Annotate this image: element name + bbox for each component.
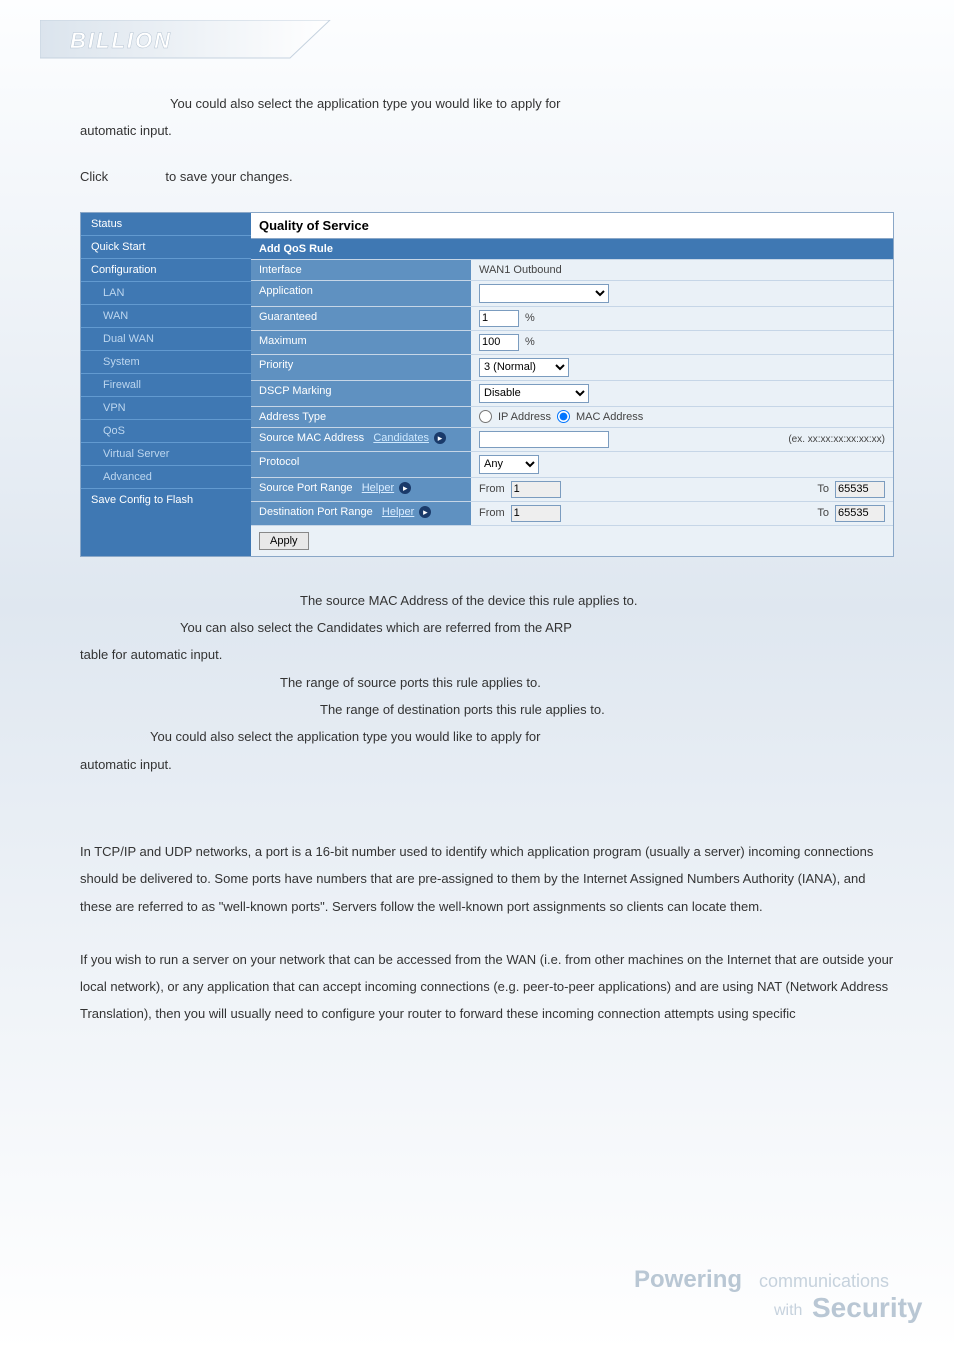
virtual-server-p2: If you wish to run a server on your netw…	[80, 946, 894, 1028]
text: with	[773, 1302, 802, 1319]
radio-ip-label: IP Address	[498, 411, 551, 423]
row-srcport: Source Port Range Helper ▸ From To	[251, 477, 893, 501]
text: The source MAC Address of the device thi…	[300, 593, 637, 608]
to-label: To	[817, 483, 829, 495]
srcport-to-input[interactable]	[835, 481, 885, 498]
guaranteed-input[interactable]	[479, 310, 519, 327]
row-protocol: Protocol Any	[251, 451, 893, 477]
from-label: From	[479, 507, 505, 519]
text: communications	[759, 1271, 889, 1291]
row-dstport: Destination Port Range Helper ▸ From To	[251, 501, 893, 525]
dstport-from-input[interactable]	[511, 505, 561, 522]
protocol-select[interactable]: Any	[479, 455, 539, 474]
sidebar-item-system[interactable]: System	[81, 350, 251, 373]
srcport-from-input[interactable]	[511, 481, 561, 498]
row-srcmac: Source MAC Address Candidates ▸ (ex. xx:…	[251, 427, 893, 451]
sidebar-item-vpn[interactable]: VPN	[81, 396, 251, 419]
dscp-select[interactable]: Disable	[479, 384, 589, 403]
label-guaranteed: Guaranteed	[251, 307, 471, 330]
billion-logo: BILLION	[40, 20, 894, 82]
helper-link[interactable]: Helper	[382, 506, 414, 518]
helper-link[interactable]: Helper	[362, 482, 394, 494]
text: automatic input.	[80, 123, 172, 138]
sidebar-item-virtualserver[interactable]: Virtual Server	[81, 442, 251, 465]
row-application: Application	[251, 280, 893, 306]
text: automatic input.	[80, 757, 172, 772]
text: The range of destination ports this rule…	[320, 702, 605, 717]
percent-label: %	[525, 336, 535, 348]
radio-mac[interactable]	[557, 410, 570, 423]
label-srcmac: Source MAC Address Candidates ▸	[251, 428, 471, 451]
label-dscp: DSCP Marking	[251, 381, 471, 406]
qos-subtitle: Add QoS Rule	[251, 239, 893, 259]
sidebar: Status Quick Start Configuration LAN WAN…	[81, 213, 251, 556]
row-dscp: DSCP Marking Disable	[251, 380, 893, 406]
chevron-right-icon: ▸	[399, 482, 411, 494]
mac-hint: (ex. xx:xx:xx:xx:xx:xx)	[788, 434, 885, 445]
helper-paragraph-1: You could also select the application ty…	[80, 90, 894, 145]
sidebar-item-status[interactable]: Status	[81, 213, 251, 235]
application-select[interactable]	[479, 284, 609, 303]
chevron-right-icon: ▸	[419, 506, 431, 518]
qos-panel: Status Quick Start Configuration LAN WAN…	[80, 212, 894, 557]
svg-text:BILLION: BILLION	[70, 28, 172, 53]
virtual-server-p1: In TCP/IP and UDP networks, a port is a …	[80, 838, 894, 920]
text: table for automatic input.	[80, 647, 222, 662]
priority-select[interactable]: 3 (Normal)	[479, 358, 569, 377]
label-srcport: Source Port Range Helper ▸	[251, 478, 471, 501]
radio-ip[interactable]	[479, 410, 492, 423]
to-label: To	[817, 507, 829, 519]
sidebar-item-dualwan[interactable]: Dual WAN	[81, 327, 251, 350]
label-addrtype: Address Type	[251, 407, 471, 427]
qos-main: Quality of Service Add QoS Rule Interfac…	[251, 213, 893, 556]
row-maximum: Maximum %	[251, 330, 893, 354]
from-label: From	[479, 483, 505, 495]
apply-row: Apply	[251, 525, 893, 556]
candidates-link[interactable]: Candidates	[373, 432, 429, 444]
row-priority: Priority 3 (Normal)	[251, 354, 893, 380]
text: The range of source ports this rule appl…	[280, 675, 541, 690]
percent-label: %	[525, 312, 535, 324]
label-dstport: Destination Port Range Helper ▸	[251, 502, 471, 525]
dstport-to-input[interactable]	[835, 505, 885, 522]
text: Source MAC Address	[259, 432, 364, 444]
sidebar-item-lan[interactable]: LAN	[81, 281, 251, 304]
powering-security-logo: Powering communications with Security	[594, 1261, 954, 1332]
text: You could also select the application ty…	[170, 96, 561, 111]
row-addrtype: Address Type IP Address MAC Address	[251, 406, 893, 427]
srcmac-input[interactable]	[479, 431, 609, 448]
chevron-right-icon: ▸	[434, 432, 446, 444]
click-save-line: Click to save your changes.	[80, 163, 894, 190]
sidebar-item-advanced[interactable]: Advanced	[81, 465, 251, 488]
sidebar-item-qos[interactable]: QoS	[81, 419, 251, 442]
value-interface: WAN1 Outbound	[471, 260, 893, 280]
text: Security	[812, 1292, 923, 1323]
text: to save your changes.	[165, 169, 292, 184]
text: You can also select the Candidates which…	[180, 620, 572, 635]
sidebar-item-configuration[interactable]: Configuration	[81, 258, 251, 281]
text: Source Port Range	[259, 482, 353, 494]
text: Powering	[634, 1266, 742, 1293]
label-protocol: Protocol	[251, 452, 471, 477]
sidebar-item-quickstart[interactable]: Quick Start	[81, 235, 251, 258]
label-maximum: Maximum	[251, 331, 471, 354]
row-guaranteed: Guaranteed %	[251, 306, 893, 330]
sidebar-item-firewall[interactable]: Firewall	[81, 373, 251, 396]
src-mac-desc: The source MAC Address of the device thi…	[80, 587, 894, 778]
label-priority: Priority	[251, 355, 471, 380]
text: Destination Port Range	[259, 506, 373, 518]
radio-mac-label: MAC Address	[576, 411, 643, 423]
sidebar-item-wan[interactable]: WAN	[81, 304, 251, 327]
text: You could also select the application ty…	[150, 729, 541, 744]
label-application: Application	[251, 281, 471, 306]
qos-title: Quality of Service	[251, 213, 893, 239]
label-interface: Interface	[251, 260, 471, 280]
sidebar-item-saveconfig[interactable]: Save Config to Flash	[81, 488, 251, 511]
maximum-input[interactable]	[479, 334, 519, 351]
row-interface: Interface WAN1 Outbound	[251, 259, 893, 280]
apply-button[interactable]: Apply	[259, 532, 309, 550]
text: Click	[80, 169, 108, 184]
